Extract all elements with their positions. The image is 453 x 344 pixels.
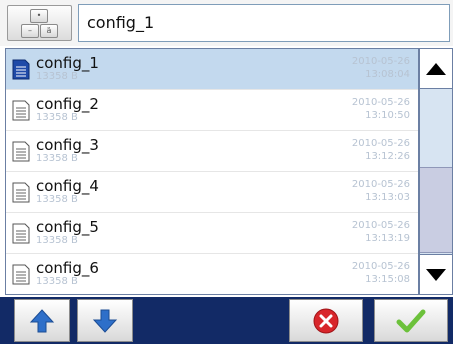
file-row-config-6[interactable]: config_6 13358 B 2010-05-26 13:15:08 [6,254,418,294]
file-row-config-5[interactable]: config_5 13358 B 2010-05-26 13:13:19 [6,213,418,254]
keyboard-key-left: – [21,24,39,38]
scroll-thumb[interactable] [420,167,452,253]
cancel-button[interactable] [289,299,363,342]
file-row-config-1[interactable]: config_1 13358 B 2010-05-26 13:08:04 [6,49,418,90]
document-icon [12,141,30,162]
file-time: 13:12:26 [365,151,410,162]
document-icon [12,100,30,121]
file-size: 13358 B [36,235,78,246]
filename-input[interactable]: config_1 [78,4,450,42]
file-size: 13358 B [36,276,78,287]
file-date: 2010-05-26 [351,97,410,108]
triangle-down-icon [426,269,446,281]
file-name: config_2 [36,95,99,113]
file-name: config_6 [36,259,99,277]
file-size: 13358 B [36,112,78,123]
triangle-up-icon [426,63,446,75]
file-time: 13:13:19 [365,233,410,244]
file-row-config-2[interactable]: config_2 13358 B 2010-05-26 13:10:50 [6,90,418,131]
file-row-config-3[interactable]: config_3 13358 B 2010-05-26 13:12:26 [6,131,418,172]
red-x-icon [313,308,339,333]
green-check-icon [396,309,426,332]
document-icon [12,223,30,244]
ok-button[interactable] [374,299,448,342]
file-size: 13358 B [36,194,78,205]
keyboard-icon: • [30,9,48,23]
file-date: 2010-05-26 [351,179,410,190]
keyboard-key-right: ä [40,24,58,38]
keyboard-button[interactable]: • – ä [7,5,72,41]
file-time: 13:13:03 [365,192,410,203]
file-size: 13358 B [36,153,78,164]
document-icon [12,59,30,80]
scroll-up-button[interactable] [420,49,452,89]
list-scrollbar[interactable] [419,48,453,295]
document-icon [12,182,30,203]
file-time: 13:10:50 [365,110,410,121]
file-date: 2010-05-26 [351,56,410,67]
bottom-toolbar [0,297,453,344]
file-name: config_3 [36,136,99,154]
scroll-down-button[interactable] [420,254,452,294]
file-size: 13358 B [36,71,78,82]
file-name: config_1 [36,54,99,72]
header-bar: • – ä config_1 [0,0,453,46]
file-date: 2010-05-26 [351,220,410,231]
document-icon [12,264,30,285]
file-date: 2010-05-26 [351,138,410,149]
arrow-down-icon [92,309,118,333]
file-row-config-4[interactable]: config_4 13358 B 2010-05-26 13:13:03 [6,172,418,213]
file-list: config_1 13358 B 2010-05-26 13:08:04 con… [5,48,419,295]
file-time: 13:15:08 [365,274,410,285]
arrow-up-icon [29,308,55,332]
file-name: config_4 [36,177,99,195]
file-date: 2010-05-26 [351,261,410,272]
file-name: config_5 [36,218,99,236]
file-time: 13:08:04 [365,69,410,80]
move-down-button[interactable] [77,299,133,342]
move-up-button[interactable] [14,299,70,342]
